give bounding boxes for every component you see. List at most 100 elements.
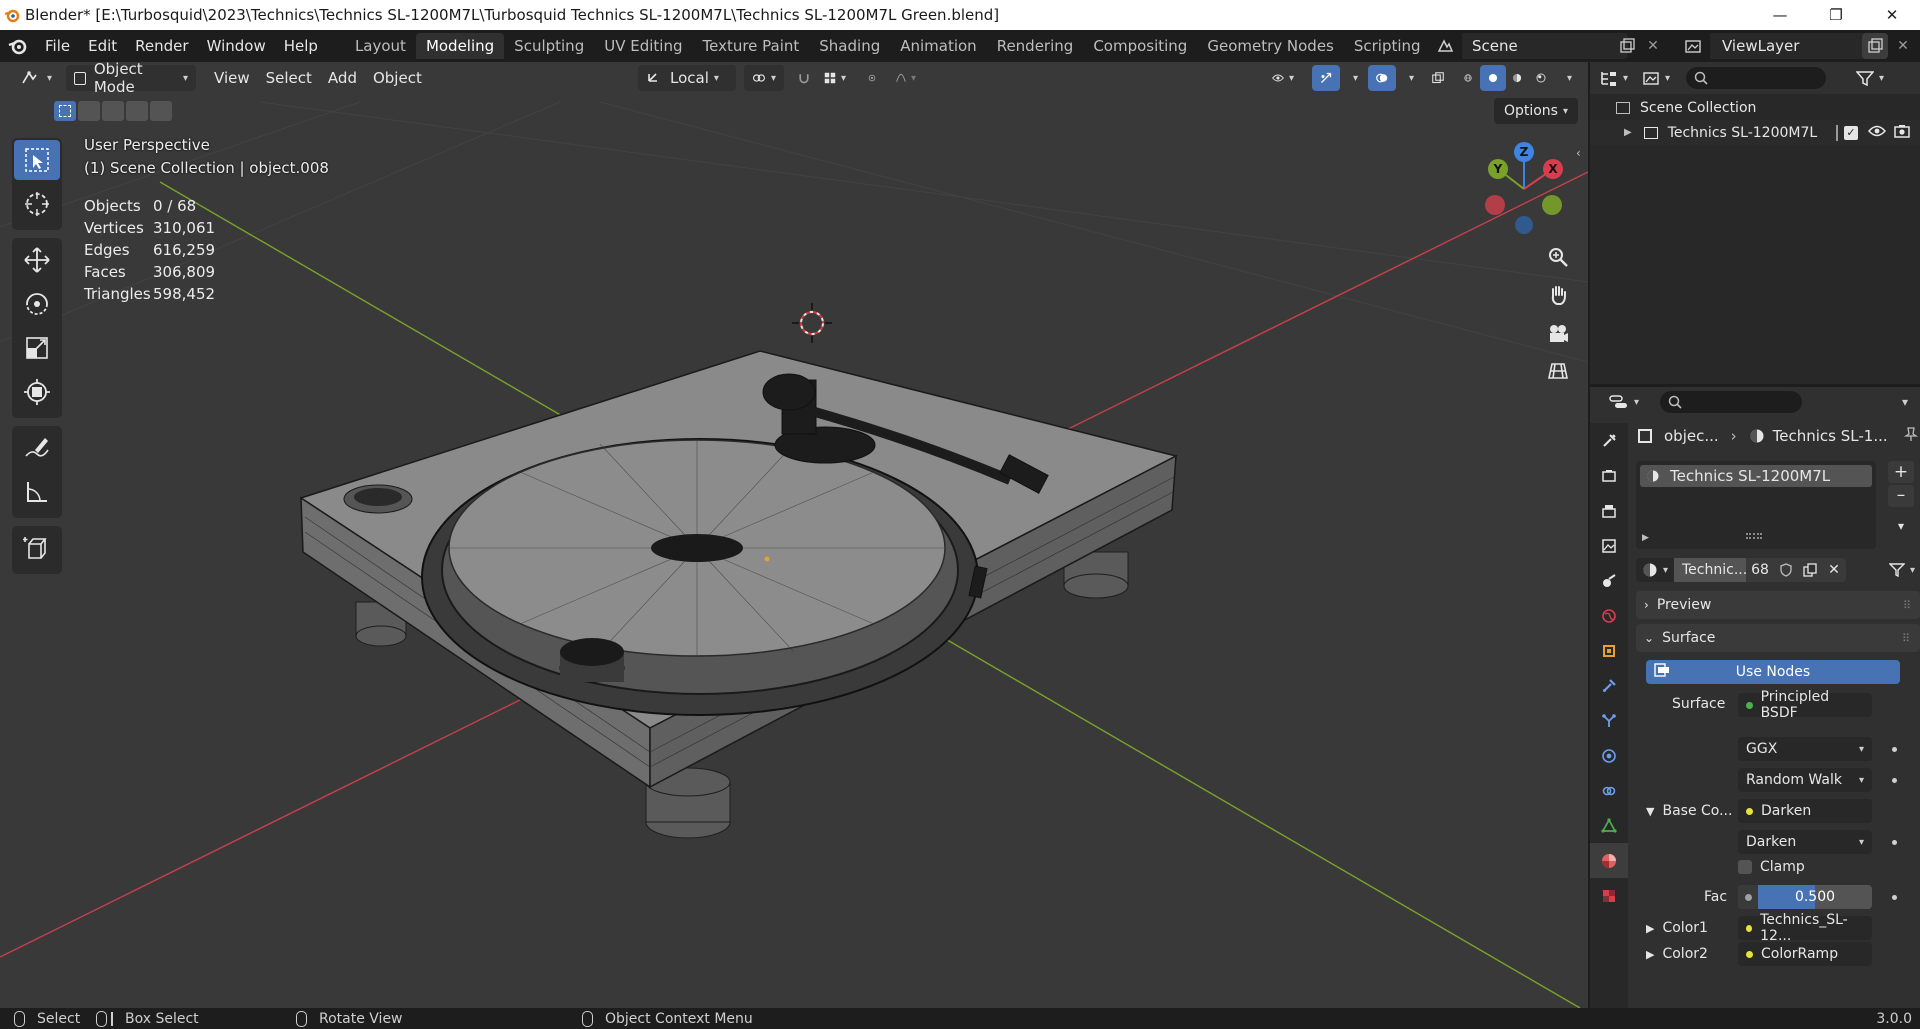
close-window-button[interactable]: ✕ — [1864, 0, 1920, 30]
measure-tool-icon[interactable] — [14, 472, 60, 512]
output-tab-icon[interactable] — [1590, 493, 1628, 528]
tool-tab-icon[interactable] — [1590, 423, 1628, 458]
menu-add[interactable]: Add — [320, 65, 365, 91]
tab-texture-paint[interactable]: Texture Paint — [692, 33, 809, 59]
tab-animation[interactable]: Animation — [890, 33, 986, 59]
outliner-search-input[interactable] — [1686, 67, 1826, 89]
clamp-checkbox[interactable] — [1738, 860, 1752, 874]
display-mode-icon[interactable]: ▾ — [1638, 65, 1674, 91]
exclude-checkbox[interactable]: ✓ — [1844, 125, 1858, 140]
particles-tab-icon[interactable] — [1590, 703, 1628, 738]
menu-object[interactable]: Object — [365, 65, 430, 91]
subsurface-method-dropdown[interactable]: Random Walk ▾ — [1738, 768, 1872, 792]
add-cube-tool-icon[interactable] — [14, 528, 60, 568]
list-expand-icon[interactable]: ▶ — [1642, 533, 1649, 543]
menu-render[interactable]: Render — [126, 33, 197, 59]
render-camera-icon[interactable] — [1894, 124, 1910, 142]
keyframe-dot-icon[interactable] — [1892, 747, 1897, 752]
delete-view-layer-icon[interactable]: ✕ — [1890, 33, 1916, 59]
cursor-tool-icon[interactable] — [14, 184, 60, 224]
fac-slider[interactable]: 0.500 — [1738, 885, 1872, 909]
outliner-scene-collection[interactable]: Scene Collection — [1590, 95, 1920, 120]
tab-sculpting[interactable]: Sculpting — [504, 33, 594, 59]
object-data-tab-icon[interactable] — [1590, 808, 1628, 843]
color1-input[interactable]: Technics_SL-12... — [1738, 912, 1872, 944]
snap-icon[interactable] — [790, 65, 818, 91]
xray-toggle-icon[interactable] — [1424, 65, 1452, 91]
use-nodes-button[interactable]: Use Nodes — [1646, 660, 1900, 684]
properties-editor-type-icon[interactable]: ▾ — [1606, 389, 1642, 415]
remove-material-slot-button[interactable]: – — [1888, 485, 1914, 507]
tab-layout[interactable]: Layout — [345, 33, 416, 59]
world-tab-icon[interactable] — [1590, 598, 1628, 633]
scene-name[interactable]: Scene — [1472, 37, 1518, 55]
editor-type-button[interactable]: ▾ — [12, 65, 60, 91]
tab-uv-editing[interactable]: UV Editing — [594, 33, 692, 59]
view-layer-tab-icon[interactable] — [1590, 528, 1628, 563]
modifier-tab-icon[interactable] — [1590, 668, 1628, 703]
overlays-dropdown[interactable]: ▾ — [1396, 65, 1414, 91]
shading-wireframe-icon[interactable] — [1456, 65, 1480, 91]
expand-arrow-icon[interactable]: ▶ — [1624, 127, 1632, 138]
delete-scene-icon[interactable]: ✕ — [1640, 33, 1666, 59]
shading-solid-icon[interactable] — [1480, 65, 1506, 91]
outliner-editor-type-icon[interactable]: ▾ — [1596, 65, 1632, 91]
user-count[interactable]: 68 — [1746, 558, 1774, 582]
keyframe-dot-icon[interactable] — [1892, 895, 1897, 900]
tab-geometry-nodes[interactable]: Geometry Nodes — [1197, 33, 1344, 59]
properties-search-input[interactable] — [1660, 391, 1802, 413]
physics-tab-icon[interactable] — [1590, 738, 1628, 773]
material-name-field[interactable]: Technic... — [1674, 558, 1747, 582]
preview-panel-header[interactable]: › Preview ⠿ — [1636, 591, 1920, 619]
distribution-dropdown[interactable]: GGX ▾ — [1738, 737, 1872, 761]
fake-user-shield-icon[interactable] — [1774, 558, 1798, 582]
pivot-point-icon[interactable]: ▾ — [744, 65, 784, 91]
minimize-button[interactable]: — — [1752, 0, 1808, 30]
drag-handle-icon[interactable]: ⠿ — [1903, 599, 1911, 612]
material-slot-item[interactable]: Technics SL-1200M7L — [1640, 465, 1872, 487]
menu-file[interactable]: File — [36, 33, 79, 59]
select-invert-icon[interactable] — [126, 101, 148, 121]
texture-tab-icon[interactable] — [1590, 878, 1628, 913]
transform-tool-icon[interactable] — [14, 372, 60, 412]
tab-shading[interactable]: Shading — [809, 33, 890, 59]
tab-modeling[interactable]: Modeling — [415, 33, 505, 59]
menu-view[interactable]: View — [206, 65, 258, 91]
pan-hand-icon[interactable] — [1541, 278, 1575, 312]
pin-icon[interactable] — [1903, 426, 1919, 446]
expand-arrow-icon[interactable]: ▶ — [1646, 922, 1654, 935]
expand-arrow-icon[interactable]: ▼ — [1646, 805, 1654, 818]
keyframe-dot-icon[interactable] — [1892, 840, 1897, 845]
view-layer-name[interactable]: ViewLayer — [1722, 37, 1799, 55]
snap-target-icon[interactable]: ▾ — [816, 65, 854, 91]
new-scene-icon[interactable] — [1614, 33, 1640, 59]
blend-mode-dropdown[interactable]: Darken ▾ — [1738, 830, 1872, 854]
annotate-tool-icon[interactable] — [14, 428, 60, 468]
expand-arrow-icon[interactable]: ▶ — [1646, 948, 1654, 961]
material-link-filter-icon[interactable]: ▾ — [1884, 559, 1920, 581]
surface-panel-header[interactable]: ⌄ Surface ⠿ — [1636, 624, 1920, 652]
select-new-icon[interactable] — [54, 101, 76, 121]
add-material-slot-button[interactable]: + — [1888, 461, 1914, 483]
rotate-tool-icon[interactable] — [14, 284, 60, 324]
select-box-tool-icon[interactable] — [14, 140, 60, 180]
gizmo-toggle-icon[interactable] — [1312, 65, 1340, 91]
move-tool-icon[interactable] — [14, 240, 60, 280]
overlays-toggle-icon[interactable] — [1368, 65, 1396, 91]
tab-scripting[interactable]: Scripting — [1344, 33, 1431, 59]
eye-icon[interactable] — [1867, 125, 1887, 141]
view-layer-selector[interactable]: ViewLayer — [1676, 33, 1872, 59]
menu-edit[interactable]: Edit — [79, 33, 126, 59]
select-extend-icon[interactable] — [78, 101, 100, 121]
scene-selector[interactable]: Scene — [1428, 33, 1628, 59]
proportional-edit-icon[interactable] — [860, 65, 884, 91]
new-view-layer-icon[interactable] — [1862, 33, 1888, 59]
falloff-icon[interactable]: ▾ — [888, 65, 924, 91]
browse-material-icon[interactable]: ▾ — [1636, 558, 1674, 582]
menu-select[interactable]: Select — [258, 65, 320, 91]
menu-help[interactable]: Help — [275, 33, 327, 59]
visibility-icon[interactable]: ▾ — [1264, 65, 1302, 91]
drag-handle-icon[interactable]: ⠿ — [1902, 632, 1910, 645]
base-color-input[interactable]: Darken — [1738, 799, 1872, 823]
tab-rendering[interactable]: Rendering — [987, 33, 1084, 59]
